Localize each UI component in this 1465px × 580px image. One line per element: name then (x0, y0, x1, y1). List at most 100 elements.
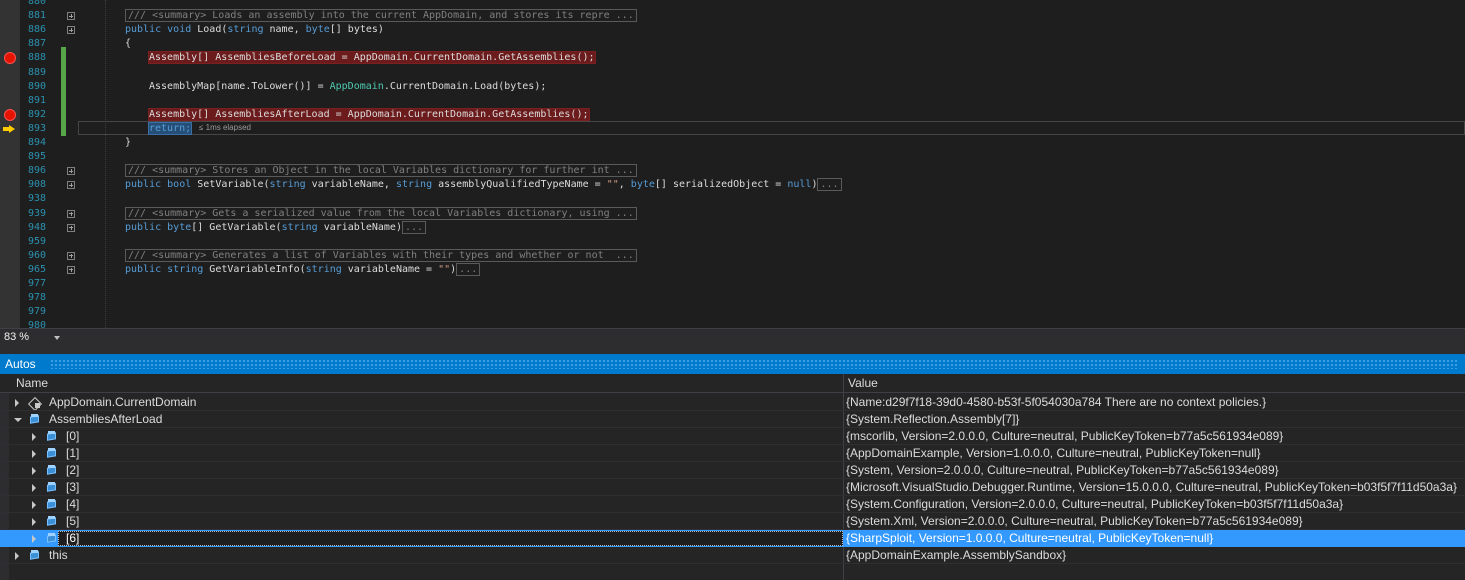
autos-title-bar[interactable]: Autos (0, 354, 1465, 374)
code-line[interactable]: 939 /// <summary> Gets a serialized value… (0, 206, 1465, 221)
outline-expand-icon[interactable] (67, 251, 75, 260)
line-number: 887 (27, 38, 46, 50)
code-line[interactable]: 960 /// <summary> Generates a list of Var… (0, 248, 1465, 263)
autos-row[interactable]: this {AppDomainExample.AssemblySandbox} (0, 547, 1465, 564)
instruction-pointer-icon[interactable] (3, 124, 15, 133)
autos-row[interactable]: [3] {Microsoft.VisualStudio.Debugger.Runt… (0, 479, 1465, 496)
column-header-value[interactable]: Value (848, 376, 878, 391)
code-line[interactable]: 886 public void Load(string name, byte[] … (0, 23, 1465, 37)
code-token: /// <summary> Stores an Object in the lo… (125, 164, 637, 178)
horizontal-scrollbar[interactable] (70, 334, 1460, 342)
code-token: [] bytes) (329, 24, 384, 36)
autos-row[interactable]: [1] {AppDomainExample, Version=1.0.0.0, C… (0, 445, 1465, 462)
code-line[interactable]: 948 public byte[] GetVariable(string vari… (0, 220, 1465, 235)
variable-value[interactable]: {System.Reflection.Assembly[7]} (846, 411, 1019, 428)
code-line[interactable]: 888 Assembly[] AssembliesBeforeLoad = App… (0, 51, 1465, 65)
variable-name: [2] (66, 463, 80, 477)
outline-expand-icon[interactable] (67, 265, 75, 274)
chevron-right-icon[interactable] (15, 552, 19, 560)
autos-row[interactable]: [5] {System.Xml, Version=2.0.0.0, Culture… (0, 513, 1465, 530)
outline-expand-icon[interactable] (67, 223, 75, 232)
chevron-right-icon[interactable] (32, 433, 36, 441)
code-text: /// <summary> Stores an Object in the lo… (125, 164, 637, 178)
variable-value[interactable]: {AppDomainExample.AssemblySandbox} (846, 547, 1066, 564)
code-text: public bool SetVariable(string variableN… (125, 178, 842, 192)
code-editor[interactable]: 880 881 /// <summary> Loads an assembly in… (0, 0, 1465, 328)
line-number: 888 (27, 52, 46, 64)
code-line[interactable]: 959 (0, 235, 1465, 249)
outline-expand-icon[interactable] (67, 209, 75, 218)
code-token: Assembly[] AssembliesBeforeLoad = AppDom… (148, 51, 596, 65)
code-line[interactable]: 891 (0, 94, 1465, 108)
outline-expand-icon[interactable] (67, 167, 75, 176)
code-line[interactable]: 980 (0, 319, 1465, 328)
code-token: "" (438, 263, 451, 275)
code-line[interactable]: 894} (0, 136, 1465, 150)
chevron-right-icon[interactable] (32, 467, 36, 475)
line-number: 880 (27, 0, 46, 7)
chevron-right-icon[interactable] (32, 501, 36, 509)
code-line[interactable]: 889 (0, 66, 1465, 80)
variable-value[interactable]: {System.Configuration, Version=2.0.0.0, … (846, 496, 1343, 513)
variable-value[interactable]: {Microsoft.VisualStudio.Debugger.Runtime… (846, 479, 1457, 496)
code-line[interactable]: 978 (0, 291, 1465, 305)
variable-name: [3] (66, 480, 80, 494)
line-number: 891 (27, 94, 46, 106)
code-token: bool (167, 179, 192, 191)
code-line[interactable]: 896 /// <summary> Stores an Object in the… (0, 164, 1465, 178)
code-line[interactable]: 887 { (0, 37, 1465, 51)
code-token: public (125, 179, 162, 191)
outline-expand-icon[interactable] (67, 12, 75, 21)
code-line[interactable]: 979 (0, 305, 1465, 319)
variable-name: [1] (66, 446, 80, 460)
variable-value[interactable]: {AppDomainExample, Version=1.0.0.0, Cult… (846, 445, 1261, 462)
autos-row[interactable]: [6] {SharpSploit, Version=1.0.0.0, Cultur… (0, 530, 1465, 547)
line-number: 965 (27, 263, 46, 275)
chevron-right-icon[interactable] (32, 484, 36, 492)
code-line[interactable]: 938 (0, 192, 1465, 206)
outline-expand-icon[interactable] (67, 26, 75, 35)
code-line[interactable]: 881 /// <summary> Loads an assembly into … (0, 9, 1465, 23)
chevron-down-icon[interactable] (14, 418, 22, 422)
code-line[interactable]: 908 public bool SetVariable(string variab… (0, 178, 1465, 192)
chevron-right-icon[interactable] (32, 535, 36, 543)
outline-expand-icon[interactable] (67, 181, 75, 190)
line-number: 980 (27, 320, 46, 328)
code-text: /// <summary> Loads an assembly into the… (125, 9, 637, 23)
code-token: string (305, 263, 342, 275)
chevron-right-icon[interactable] (15, 399, 19, 407)
autos-row[interactable]: [0] {mscorlib, Version=2.0.0.0, Culture=n… (0, 428, 1465, 445)
code-line[interactable]: 977 (0, 277, 1465, 291)
variable-value[interactable]: {Name:d29f7f18-39d0-4580-b53f-5f054030a7… (846, 394, 1266, 411)
variable-value[interactable]: {mscorlib, Version=2.0.0.0, Culture=neut… (846, 428, 1283, 445)
autos-row[interactable]: AssembliesAfterLoad {System.Reflection.As… (0, 411, 1465, 428)
code-line[interactable]: 895 (0, 150, 1465, 164)
perf-tip[interactable]: ≤ 1ms elapsed (199, 122, 251, 134)
code-line[interactable]: 965 public string GetVariableInfo(string … (0, 262, 1465, 277)
variable-value[interactable]: {System.Xml, Version=2.0.0.0, Culture=ne… (846, 513, 1303, 530)
code-text: AssemblyMap[name.ToLower()] = AppDomain.… (149, 80, 546, 94)
column-header-name[interactable]: Name (16, 376, 48, 391)
variable-name: [4] (66, 497, 80, 511)
breakpoint-icon[interactable] (4, 108, 16, 121)
panel-splitter[interactable] (0, 346, 1465, 354)
autos-row[interactable]: AppDomain.CurrentDomain {Name:d29f7f18-39… (0, 394, 1465, 411)
code-line[interactable]: 890 AssemblyMap[name.ToLower()] = AppDoma… (0, 80, 1465, 94)
code-token: variableName, (305, 179, 396, 191)
line-number: 893 (27, 122, 46, 134)
code-token: string (167, 263, 204, 275)
chevron-right-icon[interactable] (32, 518, 36, 526)
code-line[interactable]: 892 Assembly[] AssembliesAfterLoad = AppD… (0, 107, 1465, 122)
chevron-right-icon[interactable] (32, 450, 36, 458)
breakpoint-icon[interactable] (4, 52, 16, 65)
code-line[interactable]: 880 (0, 0, 1465, 9)
zoom-level-dropdown[interactable]: 83 % (2, 330, 62, 345)
variable-value[interactable]: {SharpSploit, Version=1.0.0.0, Culture=n… (846, 530, 1213, 547)
autos-grid[interactable]: Name Value AppDomain.CurrentDomain {Name:… (0, 374, 1465, 580)
code-token: /// <summary> Generates a list of Variab… (125, 248, 637, 262)
variable-value[interactable]: {System, Version=2.0.0.0, Culture=neutra… (846, 462, 1279, 479)
code-token: byte (167, 221, 192, 233)
autos-row[interactable]: [4] {System.Configuration, Version=2.0.0.… (0, 496, 1465, 513)
autos-row[interactable]: [2] {System, Version=2.0.0.0, Culture=neu… (0, 462, 1465, 479)
code-token: /// <summary> Loads an assembly into the… (125, 9, 637, 23)
